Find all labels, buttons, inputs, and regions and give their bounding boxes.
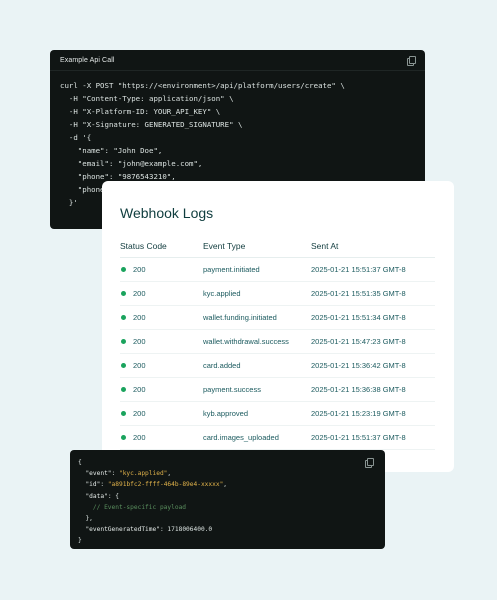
event-type-cell: kyb.approved <box>203 401 311 426</box>
status-indicator: 200 <box>120 385 203 394</box>
event-type-cell: payment.success <box>203 377 311 402</box>
status-dot-icon <box>121 291 126 296</box>
status-dot-icon <box>121 315 126 320</box>
copy-icon[interactable] <box>407 55 416 66</box>
sent-at-cell: 2025-01-21 15:51:37 GMT-8 <box>311 257 435 282</box>
status-indicator: 200 <box>120 265 203 274</box>
status-cell: 200 <box>120 401 203 426</box>
code-key-id: "id" <box>85 481 101 489</box>
status-cell: 200 <box>120 257 203 282</box>
code-close-brace: } <box>78 537 82 545</box>
status-indicator: 200 <box>120 289 203 298</box>
status-dot-icon <box>121 267 126 272</box>
event-type-cell: payment.initiated <box>203 257 311 282</box>
status-code: 200 <box>133 433 146 442</box>
status-code: 200 <box>133 289 146 298</box>
status-code: 200 <box>133 361 146 370</box>
status-dot-icon <box>121 435 126 440</box>
code-value-event: "kyc.applied" <box>118 470 168 478</box>
copy-icon[interactable] <box>365 458 374 468</box>
table-row[interactable]: 200 kyb.approved 2025-01-21 15:23:19 GMT-8 <box>120 401 435 426</box>
sent-at-cell: 2025-01-21 15:23:19 GMT-8 <box>311 401 435 426</box>
event-type-cell: card.images_uploaded <box>203 425 311 450</box>
status-indicator: 200 <box>120 433 203 442</box>
sent-at-cell: 2025-01-21 15:51:34 GMT-8 <box>311 305 435 330</box>
sent-at-cell: 2025-01-21 15:51:35 GMT-8 <box>311 281 435 306</box>
status-indicator: 200 <box>120 337 203 346</box>
payload-code-block: { "event": "kyc.applied", "id": "a891bfc… <box>78 459 228 545</box>
event-type-cell: wallet.withdrawal.success <box>203 329 311 354</box>
webhook-logs-title: Webhook Logs <box>120 205 214 221</box>
status-cell: 200 <box>120 377 203 402</box>
column-header-event-type: Event Type <box>203 234 311 258</box>
status-indicator: 200 <box>120 313 203 322</box>
table-row[interactable]: 200 card.images_uploaded 2025-01-21 15:51:… <box>120 425 435 450</box>
status-dot-icon <box>121 363 126 368</box>
event-type-cell: wallet.funding.initiated <box>203 305 311 330</box>
code-open-brace: { <box>78 459 82 466</box>
table-row[interactable]: 200 wallet.funding.initiated 2025-01-21 15… <box>120 305 435 330</box>
code-key-event-generated-time: "eventGeneratedTime" <box>85 526 160 534</box>
table-header-row: Status Code Event Type Sent At <box>120 234 435 258</box>
sent-at-cell: 2025-01-21 15:36:42 GMT-8 <box>311 353 435 378</box>
webhook-logs-card: Webhook Logs Status Code Event Type Sent… <box>102 181 454 472</box>
status-cell: 200 <box>120 281 203 306</box>
table-row[interactable]: 200 kyc.applied 2025-01-21 15:51:35 GMT-8 <box>120 281 435 306</box>
code-data-open: : { <box>107 492 119 500</box>
code-key-event: "event" <box>85 470 112 478</box>
status-cell: 200 <box>120 353 203 378</box>
column-header-status-code: Status Code <box>120 234 203 258</box>
event-type-cell: kyc.applied <box>203 281 311 306</box>
sent-at-cell: 2025-01-21 15:36:38 GMT-8 <box>311 377 435 402</box>
webhook-payload-card: { "event": "kyc.applied", "id": "a891bfc… <box>70 450 385 549</box>
code-value-id: "a891bfc2-ffff-464b-89e4-xxxxx" <box>107 481 224 489</box>
status-code: 200 <box>133 265 146 274</box>
status-code: 200 <box>133 337 146 346</box>
status-indicator: 200 <box>120 361 203 370</box>
webhook-logs-table: Status Code Event Type Sent At 200 paymen… <box>120 234 435 450</box>
sent-at-cell: 2025-01-21 15:47:23 GMT-8 <box>311 329 435 354</box>
table-row[interactable]: 200 wallet.withdrawal.success 2025-01-21 1… <box>120 329 435 354</box>
status-code: 200 <box>133 313 146 322</box>
sent-at-cell: 2025-01-21 15:51:37 GMT-8 <box>311 425 435 450</box>
status-dot-icon <box>121 339 126 344</box>
status-indicator: 200 <box>120 409 203 418</box>
code-value-event-generated-time: 1718006400.0 <box>167 526 213 534</box>
status-dot-icon <box>121 411 126 416</box>
status-cell: 200 <box>120 425 203 450</box>
column-header-sent-at: Sent At <box>311 234 435 258</box>
status-cell: 200 <box>120 305 203 330</box>
status-code: 200 <box>133 385 146 394</box>
status-cell: 200 <box>120 329 203 354</box>
status-dot-icon <box>121 387 126 392</box>
table-row[interactable]: 200 payment.success 2025-01-21 15:36:38 GM… <box>120 377 435 402</box>
event-type-cell: card.added <box>203 353 311 378</box>
code-key-data: "data" <box>85 492 108 500</box>
status-code: 200 <box>133 409 146 418</box>
api-card-header: Example Api Call <box>50 50 425 71</box>
code-comment: // Event-specific payload <box>92 503 187 511</box>
table-row[interactable]: 200 card.added 2025-01-21 15:36:42 GMT-8 <box>120 353 435 378</box>
code-data-close: }, <box>85 515 93 523</box>
table-row[interactable]: 200 payment.initiated 2025-01-21 15:51:37 … <box>120 257 435 282</box>
api-card-title: Example Api Call <box>60 56 115 64</box>
